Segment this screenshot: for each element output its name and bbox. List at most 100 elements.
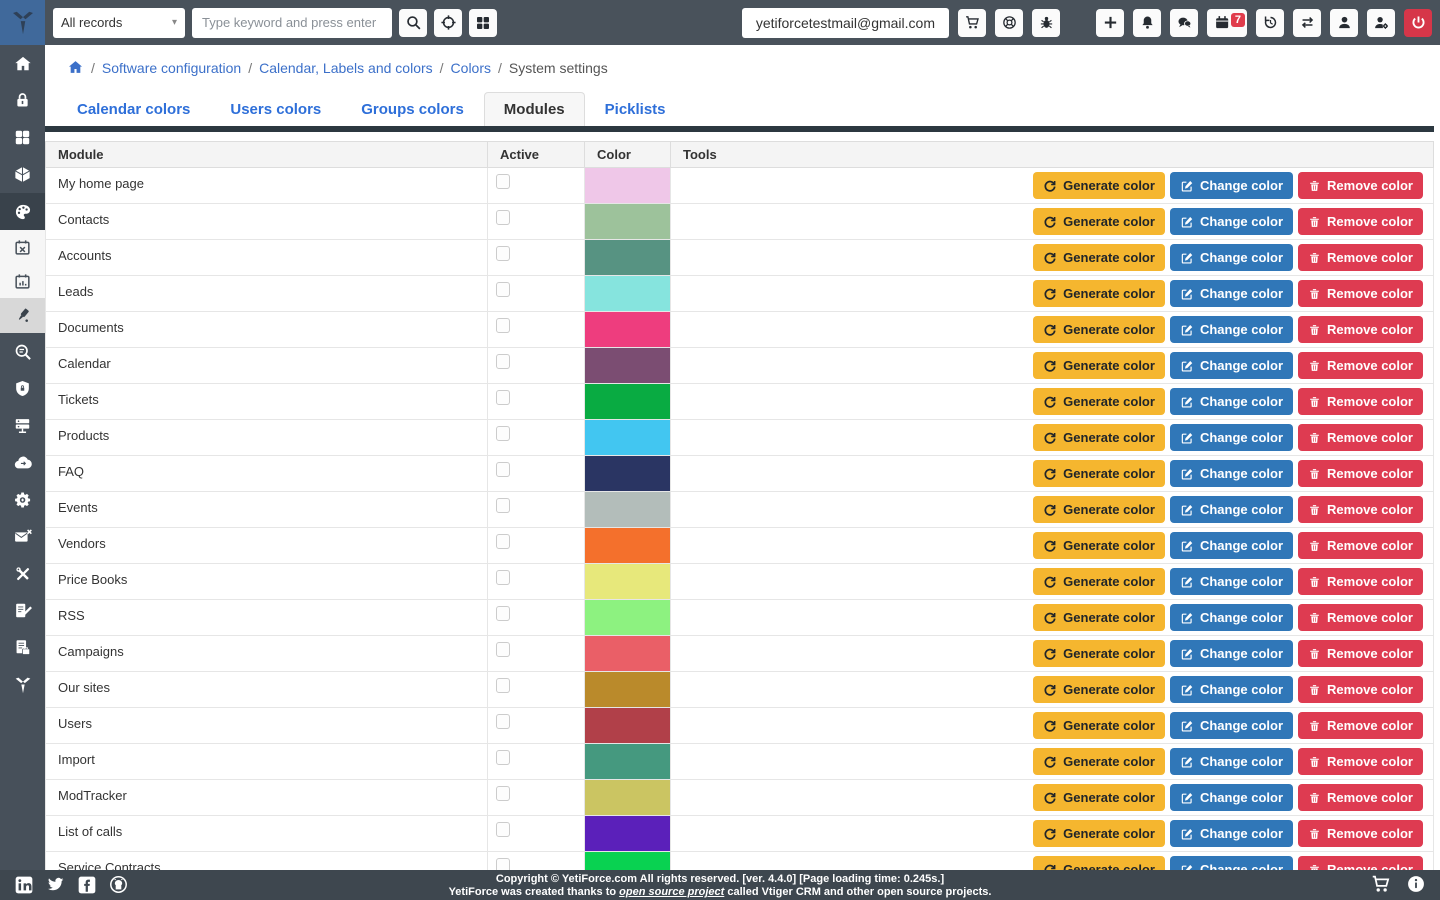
tab-users-colors[interactable]: Users colors bbox=[210, 92, 341, 126]
remove-color-button[interactable]: Remove color bbox=[1298, 532, 1423, 559]
active-checkbox[interactable] bbox=[496, 246, 510, 261]
footer-cart-icon[interactable] bbox=[1370, 873, 1392, 900]
generate-color-button[interactable]: Generate color bbox=[1033, 172, 1165, 199]
generate-color-button[interactable]: Generate color bbox=[1033, 460, 1165, 487]
change-color-button[interactable]: Change color bbox=[1170, 676, 1293, 703]
generate-color-button[interactable]: Generate color bbox=[1033, 784, 1165, 811]
active-checkbox[interactable] bbox=[496, 174, 510, 189]
info-icon[interactable] bbox=[1406, 874, 1426, 899]
remove-color-button[interactable]: Remove color bbox=[1298, 424, 1423, 451]
sidebar-item-security[interactable] bbox=[0, 82, 45, 119]
generate-color-button[interactable]: Generate color bbox=[1033, 388, 1165, 415]
active-checkbox[interactable] bbox=[496, 714, 510, 729]
change-color-button[interactable]: Change color bbox=[1170, 784, 1293, 811]
sidebar-item-home[interactable] bbox=[0, 45, 45, 82]
remove-color-button[interactable]: Remove color bbox=[1298, 280, 1423, 307]
change-color-button[interactable]: Change color bbox=[1170, 460, 1293, 487]
twitter-icon[interactable] bbox=[45, 874, 66, 900]
active-checkbox[interactable] bbox=[496, 282, 510, 297]
active-checkbox[interactable] bbox=[496, 606, 510, 621]
grid-button[interactable] bbox=[469, 9, 497, 37]
active-checkbox[interactable] bbox=[496, 822, 510, 837]
active-checkbox[interactable] bbox=[496, 678, 510, 693]
remove-color-button[interactable]: Remove color bbox=[1298, 388, 1423, 415]
calendar-reminders-button[interactable]: 7 bbox=[1207, 9, 1247, 37]
user-email[interactable]: yetiforcetestmail@gmail.com bbox=[742, 8, 949, 38]
sidebar-item-yetiforce[interactable] bbox=[0, 666, 45, 703]
generate-color-button[interactable]: Generate color bbox=[1033, 424, 1165, 451]
active-checkbox[interactable] bbox=[496, 642, 510, 657]
support-button[interactable] bbox=[995, 9, 1023, 37]
sidebar-item-calendar-labels[interactable] bbox=[0, 264, 45, 298]
remove-color-button[interactable]: Remove color bbox=[1298, 712, 1423, 739]
active-checkbox[interactable] bbox=[496, 570, 510, 585]
change-color-button[interactable]: Change color bbox=[1170, 424, 1293, 451]
active-checkbox[interactable] bbox=[496, 318, 510, 333]
active-checkbox[interactable] bbox=[496, 390, 510, 405]
remove-color-button[interactable]: Remove color bbox=[1298, 460, 1423, 487]
remove-color-button[interactable]: Remove color bbox=[1298, 784, 1423, 811]
active-checkbox[interactable] bbox=[496, 210, 510, 225]
generate-color-button[interactable]: Generate color bbox=[1033, 640, 1165, 667]
active-checkbox[interactable] bbox=[496, 786, 510, 801]
switch-button[interactable] bbox=[1293, 9, 1321, 37]
linkedin-icon[interactable] bbox=[14, 875, 34, 900]
change-color-button[interactable]: Change color bbox=[1170, 280, 1293, 307]
tab-picklists[interactable]: Picklists bbox=[585, 92, 686, 126]
search-input[interactable] bbox=[192, 8, 392, 38]
active-checkbox[interactable] bbox=[496, 750, 510, 765]
active-checkbox[interactable] bbox=[496, 534, 510, 549]
change-color-button[interactable]: Change color bbox=[1170, 496, 1293, 523]
sidebar-item-mail[interactable] bbox=[0, 518, 45, 555]
tab-groups-colors[interactable]: Groups colors bbox=[341, 92, 484, 126]
generate-color-button[interactable]: Generate color bbox=[1033, 352, 1165, 379]
generate-color-button[interactable]: Generate color bbox=[1033, 316, 1165, 343]
history-button[interactable] bbox=[1256, 9, 1284, 37]
remove-color-button[interactable]: Remove color bbox=[1298, 316, 1423, 343]
change-color-button[interactable]: Change color bbox=[1170, 604, 1293, 631]
generate-color-button[interactable]: Generate color bbox=[1033, 712, 1165, 739]
active-checkbox[interactable] bbox=[496, 426, 510, 441]
sidebar-item-integration[interactable] bbox=[0, 444, 45, 481]
github-icon[interactable] bbox=[108, 874, 129, 900]
generate-color-button[interactable]: Generate color bbox=[1033, 568, 1165, 595]
remove-color-button[interactable]: Remove color bbox=[1298, 640, 1423, 667]
generate-color-button[interactable]: Generate color bbox=[1033, 280, 1165, 307]
remove-color-button[interactable]: Remove color bbox=[1298, 820, 1423, 847]
sidebar-item-business[interactable] bbox=[0, 629, 45, 666]
sidebar-item-permissions[interactable] bbox=[0, 370, 45, 407]
change-color-button[interactable]: Change color bbox=[1170, 316, 1293, 343]
remove-color-button[interactable]: Remove color bbox=[1298, 496, 1423, 523]
remove-color-button[interactable]: Remove color bbox=[1298, 676, 1423, 703]
sidebar-item-automation[interactable] bbox=[0, 481, 45, 518]
change-color-button[interactable]: Change color bbox=[1170, 748, 1293, 775]
change-color-button[interactable]: Change color bbox=[1170, 244, 1293, 271]
breadcrumb-link-software-configuration[interactable]: Software configuration bbox=[102, 60, 241, 76]
generate-color-button[interactable]: Generate color bbox=[1033, 748, 1165, 775]
change-color-button[interactable]: Change color bbox=[1170, 208, 1293, 235]
crosshair-button[interactable] bbox=[434, 9, 462, 37]
sidebar-item-colors[interactable] bbox=[0, 193, 45, 230]
generate-color-button[interactable]: Generate color bbox=[1033, 244, 1165, 271]
user-settings-button[interactable] bbox=[1367, 9, 1395, 37]
breadcrumb-link-calendar-labels-colors[interactable]: Calendar, Labels and colors bbox=[259, 60, 433, 76]
remove-color-button[interactable]: Remove color bbox=[1298, 748, 1423, 775]
yetiforce-logo[interactable] bbox=[0, 0, 45, 45]
generate-color-button[interactable]: Generate color bbox=[1033, 676, 1165, 703]
remove-color-button[interactable]: Remove color bbox=[1298, 604, 1423, 631]
sidebar-item-server[interactable] bbox=[0, 407, 45, 444]
breadcrumb-link-colors[interactable]: Colors bbox=[451, 60, 491, 76]
remove-color-button[interactable]: Remove color bbox=[1298, 352, 1423, 379]
quick-create-button[interactable] bbox=[1096, 9, 1124, 37]
search-button[interactable] bbox=[399, 9, 427, 37]
tab-modules[interactable]: Modules bbox=[484, 92, 585, 126]
active-checkbox[interactable] bbox=[496, 462, 510, 477]
messages-button[interactable] bbox=[1170, 9, 1198, 37]
change-color-button[interactable]: Change color bbox=[1170, 352, 1293, 379]
cart-button[interactable] bbox=[958, 9, 986, 37]
remove-color-button[interactable]: Remove color bbox=[1298, 172, 1423, 199]
generate-color-button[interactable]: Generate color bbox=[1033, 820, 1165, 847]
sidebar-item-calendar-tools[interactable] bbox=[0, 230, 45, 264]
bug-report-button[interactable] bbox=[1032, 9, 1060, 37]
sidebar-item-widgets[interactable] bbox=[0, 156, 45, 193]
